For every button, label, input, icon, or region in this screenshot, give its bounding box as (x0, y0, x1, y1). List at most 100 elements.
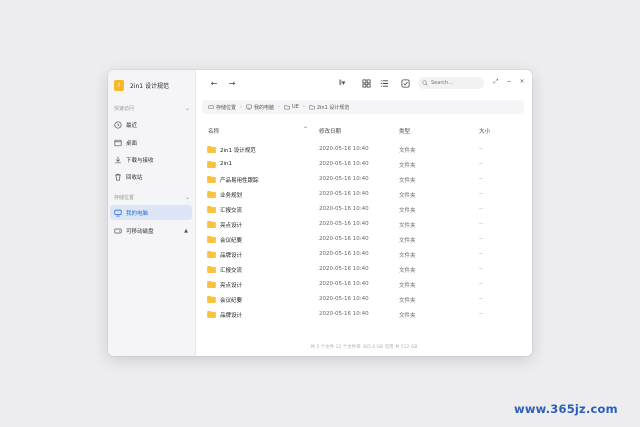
file-name: 2in1 设计规范 (220, 148, 256, 154)
app-logo-icon: ! (114, 79, 124, 91)
table-row[interactable]: 亮点设计 2020-05-16 10:40 文件夹 -- (196, 218, 532, 232)
table-row[interactable]: 会议纪要 2020-05-16 10:40 文件夹 -- (196, 233, 532, 247)
storage-label: 存储位置 (114, 195, 135, 201)
back-button[interactable]: ← (208, 77, 220, 89)
computer-icon (246, 104, 252, 110)
file-date: 2020-05-16 10:40 (319, 221, 369, 227)
breadcrumb-label: 存储位置 (216, 104, 237, 111)
table-row[interactable]: 亮点设计 2020-05-16 10:40 文件夹 -- (196, 278, 532, 292)
eject-icon[interactable]: ▲ (184, 228, 188, 234)
list-view-button[interactable] (378, 77, 390, 89)
quick-access-header[interactable]: 快速访问 ⌄ (114, 105, 190, 112)
chevron-down-icon[interactable]: ⌄ (185, 194, 190, 201)
sidebar: ! 2in1 设计规范 快速访问 ⌄ 最近 桌面 下载与接收 回收站 存储位置 … (108, 70, 196, 356)
file-name: 汇报交流 (220, 208, 243, 214)
table-row[interactable]: 会议纪要 2020-05-16 10:40 文件夹 -- (196, 293, 532, 307)
sidebar-item-label: 回收站 (126, 174, 143, 181)
usb-drive-icon (114, 227, 122, 235)
file-size: -- (479, 161, 483, 167)
file-name: 会议纪要 (220, 298, 243, 304)
status-bar: 共 2 个文件 12 个文件夹 365.4 GB 可用 共 512 GB (310, 345, 418, 350)
file-name: 亮点设计 (220, 223, 243, 229)
grid-view-button[interactable] (360, 77, 372, 89)
sidebar-item-label: 可移动磁盘 (126, 228, 154, 235)
table-row[interactable]: 汇报交流 2020-05-16 10:40 文件夹 -- (196, 263, 532, 277)
search-input[interactable] (431, 80, 481, 86)
file-type: 文件夹 (399, 283, 416, 289)
file-name: 产品易用性跟踪 (220, 178, 259, 184)
file-name: 2in1 (220, 161, 233, 167)
sort-ascending-icon[interactable]: ⌃ (303, 126, 308, 133)
table-row[interactable]: 品牌设计 2020-05-16 10:40 文件夹 -- (196, 308, 532, 322)
file-type: 文件夹 (399, 238, 416, 244)
file-size: -- (479, 191, 483, 197)
file-name: 亮点设计 (220, 283, 243, 289)
breadcrumb-item-current[interactable]: 2in1 设计规范 (309, 104, 349, 111)
file-type: 文件夹 (399, 178, 416, 184)
breadcrumb-item-storage[interactable]: 存储位置 (208, 104, 236, 111)
file-name: 汇报交流 (220, 268, 243, 274)
file-size: -- (479, 221, 483, 227)
column-header-type[interactable]: 类型 (399, 127, 410, 135)
sidebar-item-recent[interactable]: 最近 (110, 117, 192, 132)
file-date: 2020-05-16 10:40 (319, 161, 369, 167)
file-date: 2020-05-16 10:40 (319, 206, 369, 212)
minimize-button[interactable]: − (505, 78, 513, 85)
clock-icon (114, 120, 122, 129)
sidebar-item-desktop[interactable]: 桌面 (110, 135, 192, 150)
table-row[interactable]: 品牌设计 2020-05-16 10:40 文件夹 -- (196, 248, 532, 262)
file-size: -- (479, 206, 483, 212)
select-mode-button[interactable] (399, 77, 411, 89)
file-name: 会议纪要 (220, 238, 243, 244)
breadcrumb-separator: › (278, 104, 281, 110)
file-size: -- (479, 176, 483, 182)
file-name: 品牌设计 (220, 313, 243, 319)
watermark-text: www.365jz.com (514, 402, 618, 416)
close-button[interactable]: × (518, 78, 526, 85)
column-header-size[interactable]: 大小 (479, 127, 490, 135)
file-name: 品牌设计 (220, 253, 243, 259)
sidebar-item-my-computer[interactable]: 我的电脑 (110, 205, 192, 220)
file-size: -- (479, 296, 483, 302)
breadcrumb-item-ue[interactable]: UE (284, 104, 299, 110)
columns-icon: ⫴▾ (338, 78, 346, 87)
download-icon (114, 156, 122, 164)
desktop-icon (114, 139, 122, 147)
file-date: 2020-05-16 10:40 (319, 266, 369, 272)
sidebar-item-downloads[interactable]: 下载与接收 (110, 152, 192, 167)
breadcrumb-item-my-computer[interactable]: 我的电脑 (246, 104, 274, 111)
checkbox-icon (400, 78, 410, 88)
app-header: ! 2in1 设计规范 (114, 78, 169, 92)
storage-header[interactable]: 存储位置 ⌄ (114, 194, 190, 201)
chevron-down-icon[interactable]: ⌄ (185, 105, 190, 112)
search-box[interactable] (418, 77, 484, 89)
file-manager-window: ! 2in1 设计规范 快速访问 ⌄ 最近 桌面 下载与接收 回收站 存储位置 … (108, 70, 532, 356)
breadcrumb-label: 我的电脑 (254, 104, 275, 111)
file-date: 2020-05-16 10:40 (319, 311, 369, 317)
breadcrumb-separator: › (240, 104, 243, 110)
table-row[interactable]: 汇报交流 2020-05-16 10:40 文件夹 -- (196, 203, 532, 217)
column-header-name[interactable]: 名称 (208, 127, 219, 135)
list-icon (380, 79, 388, 87)
table-row[interactable]: 业务规划 2020-05-16 10:40 文件夹 -- (196, 188, 532, 202)
drive-icon (208, 105, 214, 109)
column-view-button[interactable]: ⫴▾ (334, 77, 350, 89)
column-header-date[interactable]: 修改日期 (319, 127, 341, 135)
file-date: 2020-05-16 10:40 (319, 281, 369, 287)
file-size: -- (479, 281, 483, 287)
forward-button[interactable]: → (226, 77, 238, 89)
restore-button[interactable]: ⤢ (492, 78, 500, 86)
table-row[interactable]: 2in1 设计规范 2020-05-16 10:40 文件夹 -- (196, 143, 532, 157)
sidebar-item-trash[interactable]: 回收站 (110, 169, 192, 184)
sidebar-item-label: 下载与接收 (126, 157, 154, 164)
folder-icon (284, 105, 290, 110)
breadcrumb: 存储位置 › 我的电脑 › UE › 2in1 设计规范 (202, 100, 524, 114)
table-row[interactable]: 2in1 2020-05-16 10:40 文件夹 -- (196, 158, 532, 172)
file-type: 文件夹 (399, 268, 416, 274)
sidebar-item-removable-disk[interactable]: 可移动磁盘 ▲ (110, 223, 192, 238)
file-type: 文件夹 (399, 208, 416, 214)
file-size: -- (479, 251, 483, 257)
file-size: -- (479, 311, 483, 317)
table-row[interactable]: 产品易用性跟踪 2020-05-16 10:40 文件夹 -- (196, 173, 532, 187)
file-size: -- (479, 236, 483, 242)
